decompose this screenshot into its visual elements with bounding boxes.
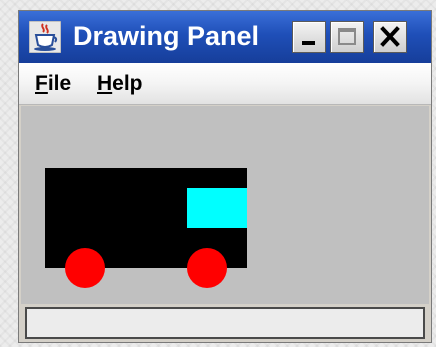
menu-help-mnemonic: H bbox=[97, 72, 113, 95]
menu-file-mnemonic: F bbox=[35, 72, 48, 95]
menu-help-label: elp bbox=[112, 72, 143, 95]
menu-file-label: ile bbox=[47, 72, 72, 95]
drawing-canvas[interactable] bbox=[21, 106, 429, 304]
window-title: Drawing Panel bbox=[73, 21, 260, 51]
maximize-icon bbox=[338, 28, 356, 45]
title-bar[interactable]: Drawing Panel bbox=[19, 11, 431, 63]
java-coffee-cup-icon[interactable] bbox=[28, 20, 62, 54]
front-wheel bbox=[65, 248, 105, 288]
minimize-icon bbox=[302, 41, 315, 45]
rear-wheel bbox=[187, 248, 227, 288]
menu-bar: File Help bbox=[19, 63, 431, 105]
drawing-panel-window: Drawing Panel File Help bbox=[18, 10, 432, 343]
maximize-button[interactable] bbox=[330, 21, 364, 53]
close-button[interactable] bbox=[373, 21, 407, 53]
close-icon bbox=[380, 26, 400, 47]
car-window bbox=[187, 188, 247, 228]
minimize-button[interactable] bbox=[292, 21, 326, 53]
car-drawing bbox=[45, 168, 247, 288]
menu-help[interactable]: Help bbox=[97, 71, 143, 97]
menu-file[interactable]: File bbox=[35, 71, 71, 97]
status-bar bbox=[25, 307, 425, 339]
